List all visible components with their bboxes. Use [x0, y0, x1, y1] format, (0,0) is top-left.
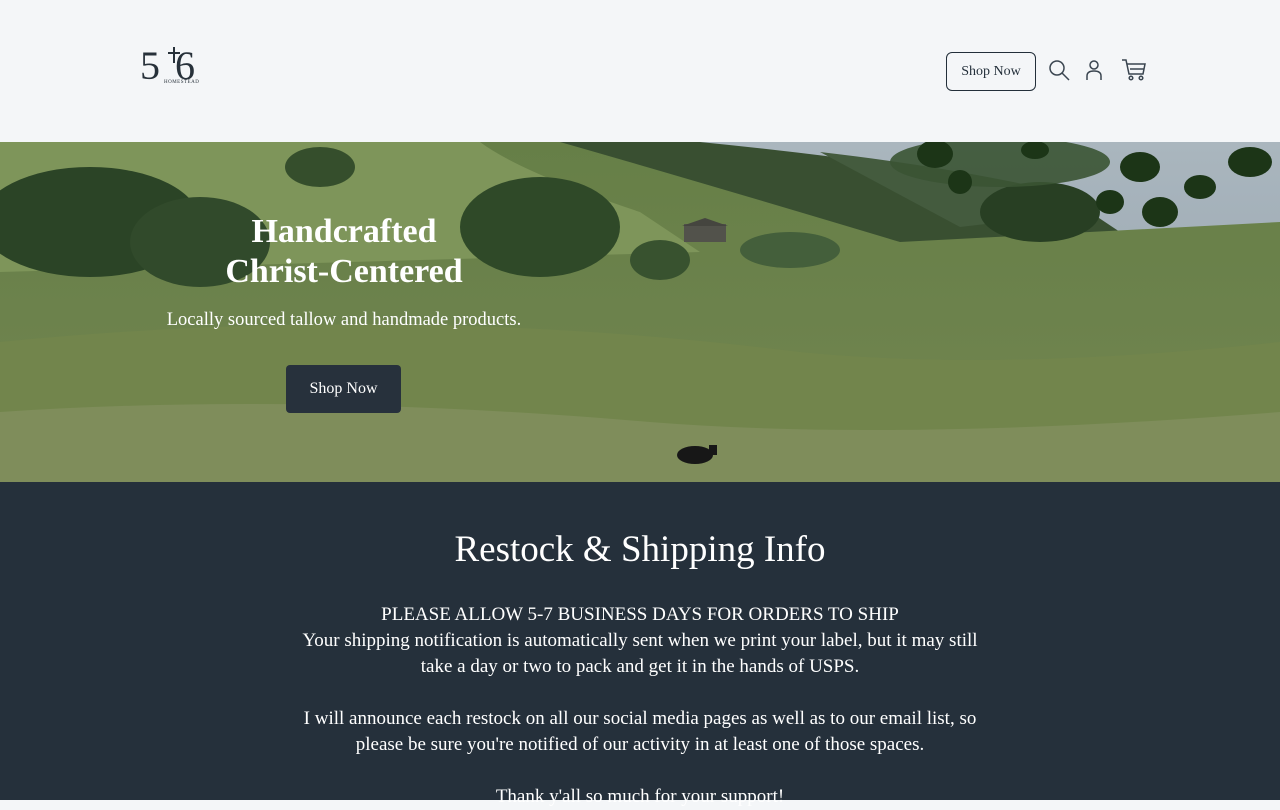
search-icon[interactable] — [1046, 56, 1072, 84]
header-shop-now-button[interactable]: Shop Now — [946, 52, 1036, 91]
cart-icon[interactable] — [1120, 56, 1148, 84]
site-logo[interactable]: 56 HOMESTEAD — [140, 44, 206, 92]
site-header: 56 HOMESTEAD Shop Now — [0, 0, 1280, 142]
shipping-info-section: Restock & Shipping Info PLEASE ALLOW 5-7… — [0, 482, 1280, 807]
account-icon[interactable] — [1081, 56, 1107, 84]
restock-paragraph: I will announce each restock on all our … — [303, 708, 977, 755]
shipping-notice-heading: PLEASE ALLOW 5-7 BUSINESS DAYS FOR ORDER… — [381, 604, 899, 625]
hero-title-line1: Handcrafted — [251, 213, 437, 250]
hero-title: Handcrafted Christ-Centered — [144, 212, 544, 292]
shipping-paragraph: Your shipping notification is automatica… — [302, 630, 978, 677]
hero-shop-now-button[interactable]: Shop Now — [286, 365, 401, 413]
shipping-info-body: PLEASE ALLOW 5-7 BUSINESS DAYS FOR ORDER… — [300, 602, 980, 810]
hero-subtitle: Locally sourced tallow and handmade prod… — [166, 310, 522, 330]
section-title: Restock & Shipping Info — [454, 529, 826, 570]
hero-banner: Handcrafted Christ-Centered Locally sour… — [0, 142, 1280, 482]
hero-title-line2: Christ-Centered — [225, 253, 463, 290]
logo-cross-icon — [168, 47, 180, 63]
logo-subtext: HOMESTEAD — [164, 80, 200, 85]
thanks-paragraph: Thank y'all so much for your support! — [495, 786, 785, 807]
